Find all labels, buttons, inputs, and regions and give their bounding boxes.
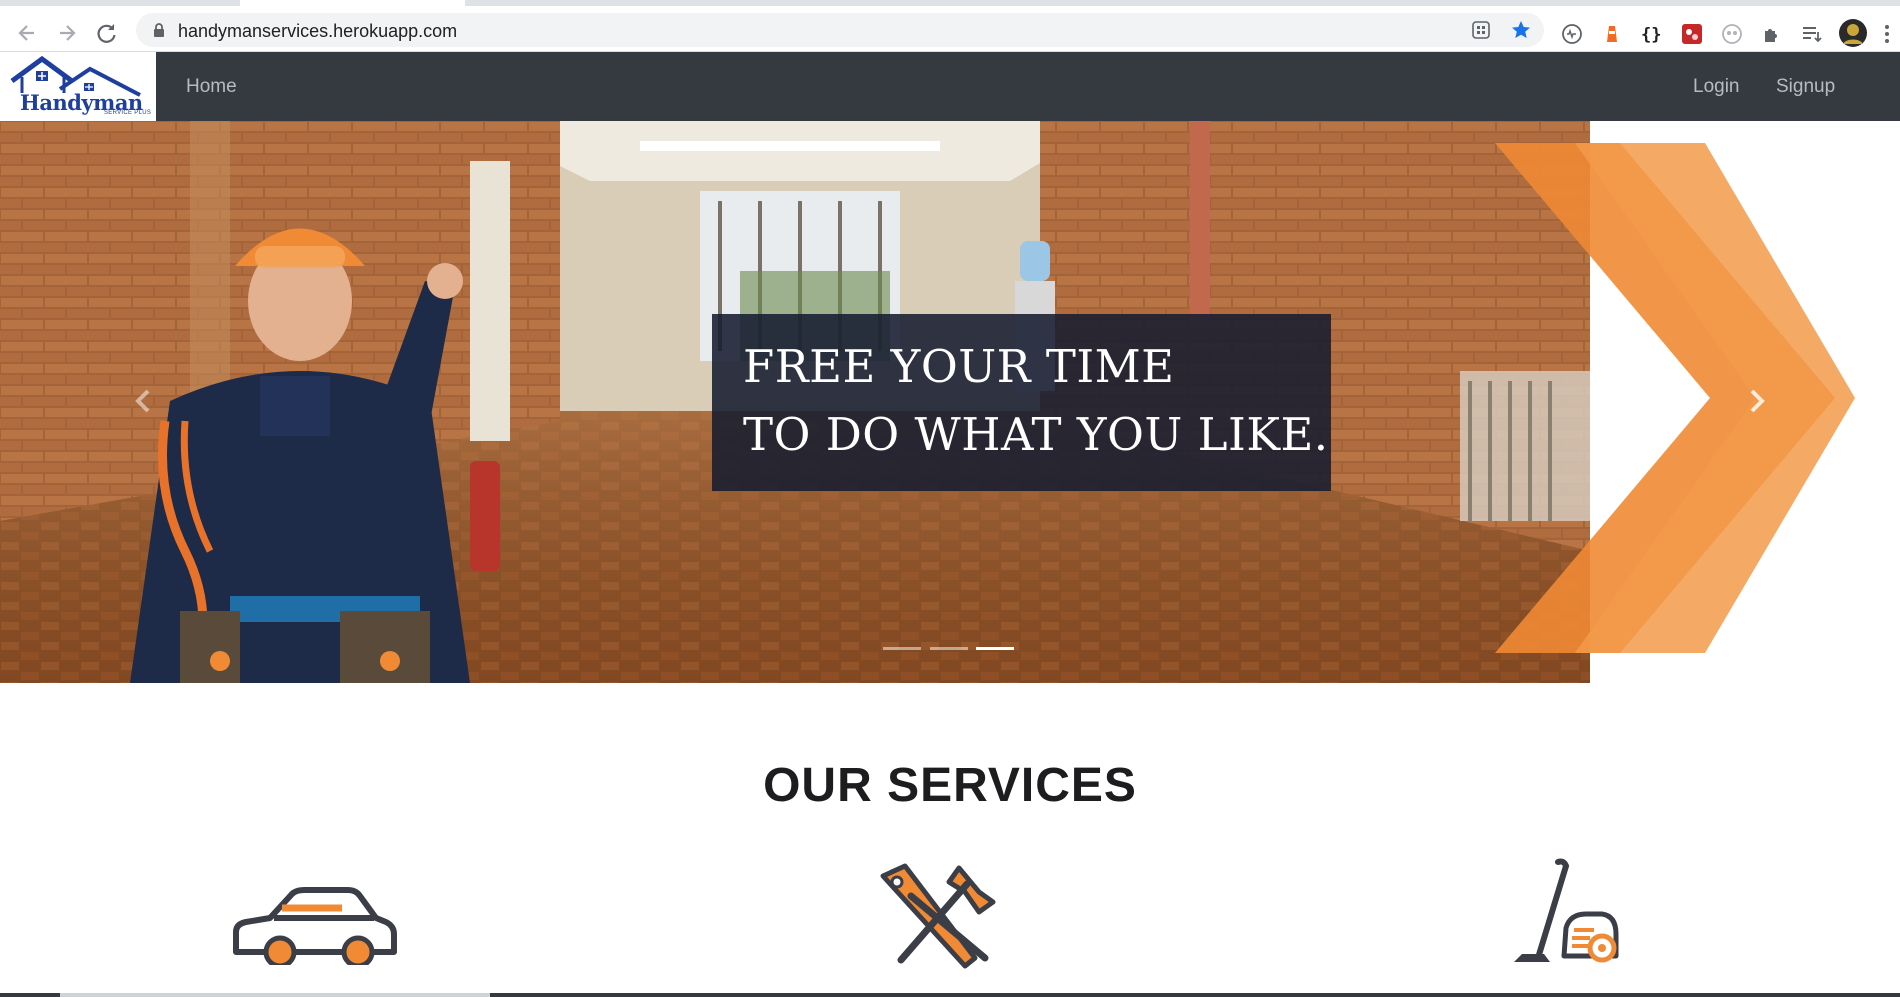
chevron-decoration-icon xyxy=(1495,143,1855,653)
chevron-right-icon xyxy=(1750,389,1765,413)
reload-icon[interactable] xyxy=(92,18,122,48)
browser-toolbar: handymanservices.herokuapp.com {} xyxy=(0,6,1900,52)
bookmark-star-icon[interactable] xyxy=(1510,19,1532,41)
forward-icon[interactable] xyxy=(52,18,82,48)
nav-signup-link[interactable]: Signup xyxy=(1776,76,1835,98)
carousel-next-button[interactable] xyxy=(1742,381,1772,421)
services-title: OUR SERVICES xyxy=(763,759,1137,812)
site-navbar: Handyman SERVICE PLUS Home Login Signup xyxy=(0,52,1900,121)
nav-login-link[interactable]: Login xyxy=(1693,76,1740,98)
bottom-scroll-bar xyxy=(0,993,1900,997)
puzzle-icon[interactable] xyxy=(1760,22,1784,46)
nav-home-link[interactable]: Home xyxy=(186,76,237,98)
svg-text:{}: {} xyxy=(1641,25,1661,45)
hero-caption: FREE YOUR TIME TO DO WHAT YOU LIKE. xyxy=(712,314,1331,491)
chevron-left-icon xyxy=(135,389,150,413)
vacuum-cleaner-icon xyxy=(1514,858,1619,963)
carousel-indicator-3[interactable] xyxy=(976,647,1014,650)
url-text[interactable]: handymanservices.herokuapp.com xyxy=(178,21,457,42)
extension-owl-icon[interactable] xyxy=(1720,22,1744,46)
carousel-prev-button[interactable] xyxy=(128,381,158,421)
extension-lighthouse-icon[interactable] xyxy=(1600,22,1624,46)
back-icon[interactable] xyxy=(12,18,42,48)
bottom-scroll-thumb[interactable] xyxy=(60,993,490,997)
extension-red-icon[interactable] xyxy=(1680,22,1704,46)
logo-subtext: SERVICE PLUS xyxy=(104,110,152,116)
extension-wave-icon[interactable] xyxy=(1560,22,1584,46)
lock-icon[interactable] xyxy=(150,21,168,39)
reading-list-icon[interactable] xyxy=(1800,22,1824,46)
carousel-indicator-1[interactable] xyxy=(883,647,921,650)
address-bar[interactable]: handymanservices.herokuapp.com xyxy=(136,13,1544,47)
caption-line-1: FREE YOUR TIME xyxy=(743,340,1175,393)
caption-line-2: TO DO WHAT YOU LIKE. xyxy=(743,408,1329,461)
profile-avatar[interactable] xyxy=(1838,18,1868,48)
brand-logo[interactable]: Handyman SERVICE PLUS xyxy=(0,52,156,121)
hero-carousel: FREE YOUR TIME TO DO WHAT YOU LIKE. xyxy=(0,121,1900,683)
extension-json-icon[interactable]: {} xyxy=(1640,22,1664,46)
app-grid-icon[interactable] xyxy=(1470,19,1492,41)
carousel-indicator-2[interactable] xyxy=(930,647,968,650)
tools-icon xyxy=(880,863,996,969)
car-icon xyxy=(233,887,397,965)
kebab-menu-icon[interactable] xyxy=(1880,22,1894,46)
